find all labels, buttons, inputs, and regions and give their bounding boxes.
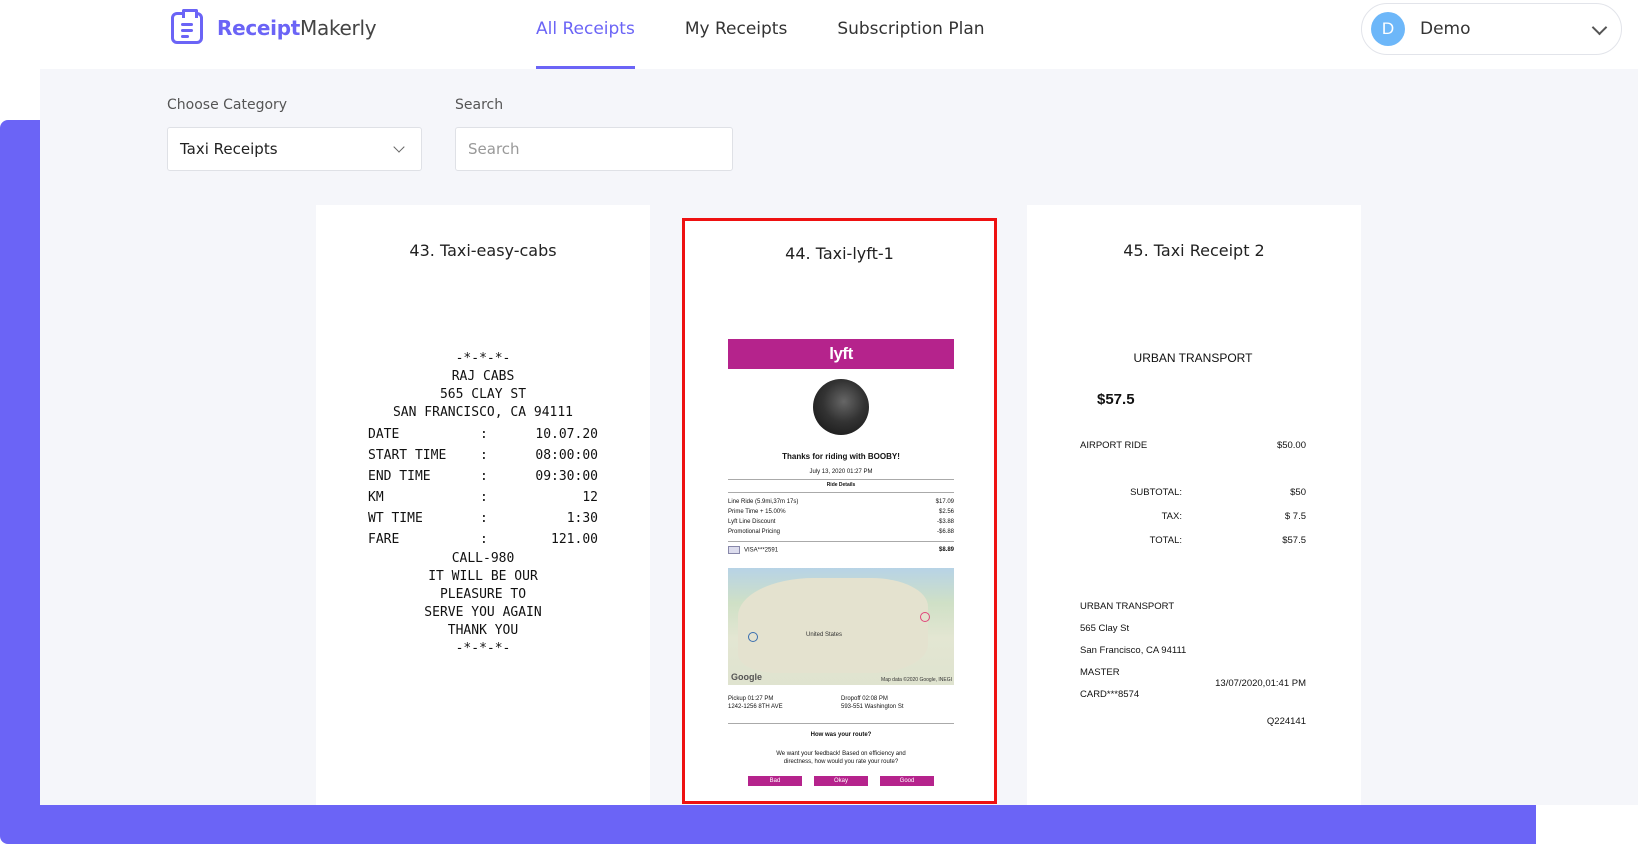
top-header: ReceiptMakerly All Receipts My Receipts … bbox=[0, 0, 1638, 69]
category-label: Choose Category bbox=[167, 97, 288, 113]
receipt-row: FARE:121.00 bbox=[368, 532, 598, 547]
receipt-text: SAN FRANCISCO, CA 94111 bbox=[392, 405, 573, 420]
pickup-dropoff: Pickup 01:27 PM 1242-1256 8TH AVE Dropoff… bbox=[728, 696, 904, 710]
receipt-logo-icon bbox=[171, 9, 203, 44]
card-title: 43. Taxi-easy-cabs bbox=[409, 241, 557, 260]
map-credit: Map data ©2020 Google, INEGI bbox=[881, 677, 952, 683]
receipt-text: July 13, 2020 01:27 PM bbox=[728, 469, 954, 480]
nav-all-receipts[interactable]: All Receipts bbox=[536, 0, 635, 69]
receipt-row: KM:12 bbox=[368, 490, 598, 505]
receipt-row: START TIME:08:00:00 bbox=[368, 448, 598, 463]
receipt-text: PLEASURE TO bbox=[439, 587, 527, 602]
category-select[interactable]: Taxi Receipts bbox=[167, 127, 422, 171]
search-label: Search bbox=[455, 97, 504, 113]
receipt-text: IT WILL BE OUR bbox=[428, 569, 538, 584]
category-value: Taxi Receipts bbox=[180, 140, 278, 158]
pickup-marker-icon bbox=[748, 632, 758, 642]
receipt-row: SUBTOTAL: $50 bbox=[1130, 487, 1306, 498]
receipt-text: CALL-980 bbox=[451, 551, 515, 566]
receipt-text: URBAN TRANSPORT bbox=[1133, 351, 1253, 365]
search-input[interactable] bbox=[455, 127, 733, 171]
lyft-logo: lyft bbox=[728, 339, 954, 369]
rating-buttons: Bad Okay Good bbox=[728, 776, 954, 786]
receipt-row: VISA***2591 $8.89 bbox=[728, 546, 954, 554]
receipt-text: SERVE YOU AGAIN bbox=[424, 605, 542, 620]
receipt-row: DATE:10.07.20 bbox=[368, 427, 598, 442]
receipt-card-44[interactable]: 44. Taxi-lyft-1 lyft Thanks for riding w… bbox=[682, 218, 997, 804]
receipt-text: How was your route? bbox=[810, 732, 872, 738]
chevron-down-icon bbox=[1591, 19, 1608, 36]
rating-okay: Okay bbox=[814, 776, 868, 786]
nav-my-receipts[interactable]: My Receipts bbox=[685, 0, 787, 69]
google-logo: Google bbox=[731, 672, 762, 682]
receipt-row: Prime Time + 15.00% $2.56 bbox=[728, 509, 954, 515]
receipt-address: URBAN TRANSPORT 565 Clay St San Francisc… bbox=[1080, 601, 1187, 656]
receipt-text: -*-*-*- bbox=[455, 641, 511, 656]
app-logo[interactable]: ReceiptMakerly bbox=[171, 9, 377, 44]
main-nav: All Receipts My Receipts Subscription Pl… bbox=[536, 0, 1035, 69]
rating-bad: Bad bbox=[748, 776, 802, 786]
rating-good: Good bbox=[880, 776, 934, 786]
receipt-text: Q224141 bbox=[1266, 716, 1306, 727]
receipt-row: END TIME:09:30:00 bbox=[368, 469, 598, 484]
card-title: 45. Taxi Receipt 2 bbox=[1123, 241, 1265, 260]
route-map: United States Google Map data ©2020 Goog… bbox=[728, 568, 954, 685]
dropoff-marker-icon bbox=[920, 612, 930, 622]
map-label: United States bbox=[806, 632, 843, 638]
receipt-row: AIRPORT RIDE $50.00 bbox=[1080, 440, 1306, 451]
receipt-text: Ride Details bbox=[826, 482, 856, 488]
receipt-text: We want your feedback! Based on efficien… bbox=[776, 751, 906, 765]
user-menu[interactable]: D Demo bbox=[1361, 3, 1622, 55]
driver-photo bbox=[813, 379, 869, 435]
receipt-text: Thanks for riding with BOOBY! bbox=[782, 452, 900, 461]
receipt-row: Promotional Pricing -$6.88 bbox=[728, 529, 954, 535]
receipt-row: Lyft Line Discount -$3.88 bbox=[728, 519, 954, 525]
card-title: 44. Taxi-lyft-1 bbox=[785, 244, 894, 263]
receipt-text: THANK YOU bbox=[447, 623, 519, 638]
nav-subscription-plan[interactable]: Subscription Plan bbox=[837, 0, 984, 69]
receipt-text: -*-*-*- bbox=[455, 351, 511, 366]
receipt-row: TOTAL: $57.5 bbox=[1149, 535, 1306, 546]
receipt-row: MASTER CARD***8574 13/07/2020,01:41 PM bbox=[1080, 667, 1306, 700]
chevron-down-icon bbox=[393, 141, 405, 153]
receipt-row: TAX: $ 7.5 bbox=[1161, 511, 1306, 522]
logo-text: ReceiptMakerly bbox=[217, 16, 377, 40]
receipt-preview-lyft: lyft Thanks for riding with BOOBY! July … bbox=[728, 339, 954, 786]
receipt-preview-urban-transport: URBAN TRANSPORT $57.5 AIRPORT RIDE $50.00… bbox=[1080, 351, 1306, 727]
receipt-preview-easy-cabs: -*-*-*- RAJ CABS 565 CLAY ST SAN FRANCIS… bbox=[368, 350, 598, 658]
receipt-text: 565 CLAY ST bbox=[439, 387, 527, 402]
receipt-card-43[interactable]: 43. Taxi-easy-cabs -*-*-*- RAJ CABS 565 … bbox=[316, 205, 650, 805]
user-name: Demo bbox=[1420, 19, 1471, 39]
receipt-row: WT TIME:1:30 bbox=[368, 511, 598, 526]
receipt-text: RAJ CABS bbox=[451, 369, 515, 384]
credit-card-icon bbox=[728, 546, 740, 554]
receipt-row: Line Ride (5.9mi,37m 17s) $17.09 bbox=[728, 499, 954, 505]
receipt-card-45[interactable]: 45. Taxi Receipt 2 URBAN TRANSPORT $57.5… bbox=[1027, 205, 1361, 805]
receipt-text: $57.5 bbox=[1097, 391, 1135, 408]
avatar: D bbox=[1371, 12, 1405, 46]
